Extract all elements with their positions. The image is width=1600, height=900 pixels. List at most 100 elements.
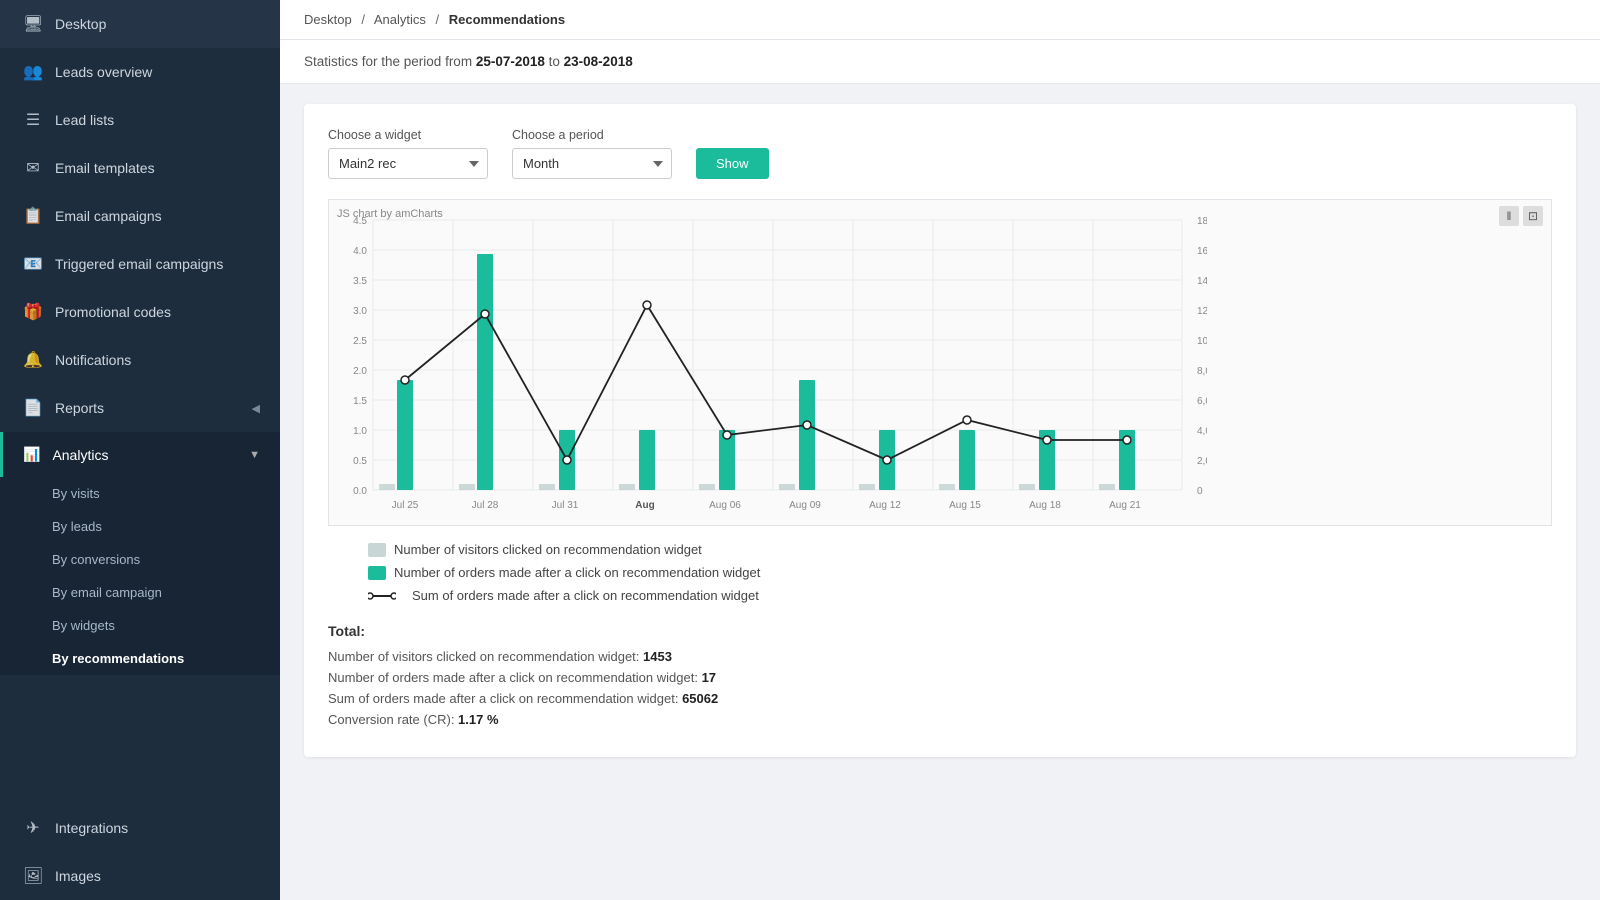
legend-label-orders: Number of orders made after a click on r…: [394, 565, 760, 580]
vert-lines: [373, 220, 1182, 490]
sidebar-sub-by-visits[interactable]: By visits: [52, 477, 280, 510]
svg-text:2.5: 2.5: [353, 336, 367, 347]
period-filter-label: Choose a period: [512, 128, 672, 142]
analytics-icon: 📊: [23, 446, 40, 463]
sidebar-item-leads-overview[interactable]: 👥 Leads overview: [0, 48, 280, 96]
sidebar-item-triggered-email[interactable]: 📧 Triggered email campaigns: [0, 240, 280, 288]
legend-label-sum: Sum of orders made after a click on reco…: [412, 588, 759, 603]
total-value-0: 1453: [643, 649, 672, 664]
legend-sum: Sum of orders made after a click on reco…: [368, 588, 1552, 603]
leads-overview-icon: 👥: [23, 62, 43, 82]
legend-orders: Number of orders made after a click on r…: [368, 565, 1552, 580]
sidebar-item-email-templates[interactable]: ✉ Email templates: [0, 144, 280, 192]
content-area: Choose a widget Main2 rec Choose a perio…: [280, 84, 1600, 900]
svg-text:0.0: 0.0: [353, 486, 367, 497]
total-label-0: Number of visitors clicked on recommenda…: [328, 649, 643, 664]
analytics-collapse-icon: ▼: [249, 449, 260, 461]
sidebar: 🖥 Desktop 👥 Leads overview ☰ Lead lists …: [0, 0, 280, 900]
sidebar-sub-by-widgets[interactable]: By widgets: [52, 609, 280, 642]
breadcrumb-analytics[interactable]: Analytics: [374, 12, 426, 27]
sidebar-item-reports[interactable]: 📄 Reports ◀: [0, 384, 280, 432]
sidebar-item-integrations[interactable]: ✈ Integrations: [0, 804, 280, 852]
total-row-1: Number of orders made after a click on r…: [328, 670, 1552, 685]
desktop-icon: 🖥: [23, 14, 43, 34]
sidebar-sub-by-conversions[interactable]: By conversions: [52, 543, 280, 576]
sidebar-item-images[interactable]: 🖼 Images: [0, 852, 280, 900]
legend-label-visitors: Number of visitors clicked on recommenda…: [394, 542, 702, 557]
email-campaigns-icon: 📋: [23, 206, 43, 226]
grid-lines: [373, 220, 1182, 490]
x-axis-labels: Jul 25 Jul 28 Jul 31 Aug Aug 06 Aug 09 A…: [392, 500, 1142, 511]
svg-text:Aug: Aug: [635, 500, 654, 511]
period-select[interactable]: DayWeekMonthYear: [512, 148, 672, 179]
lead-lists-icon: ☰: [23, 110, 43, 130]
svg-text:Aug 21: Aug 21: [1109, 500, 1141, 511]
legend-box-orders: [368, 566, 386, 580]
sidebar-item-desktop[interactable]: 🖥 Desktop: [0, 0, 280, 48]
sidebar-item-label: Reports: [55, 400, 104, 416]
total-label-3: Conversion rate (CR):: [328, 712, 458, 727]
analytics-card: Choose a widget Main2 rec Choose a perio…: [304, 104, 1576, 757]
sidebar-item-label: Leads overview: [55, 64, 152, 80]
svg-text:Aug 12: Aug 12: [869, 500, 901, 511]
legend-visitors: Number of visitors clicked on recommenda…: [368, 542, 1552, 557]
sidebar-sub-by-recommendations[interactable]: By recommendations: [52, 642, 280, 675]
total-value-2: 65062: [682, 691, 718, 706]
svg-text:Jul 25: Jul 25: [392, 500, 419, 511]
breadcrumb-current: Recommendations: [449, 12, 565, 27]
svg-text:12,000: 12,000: [1197, 306, 1207, 317]
svg-text:6,000: 6,000: [1197, 396, 1207, 407]
svg-text:2,000: 2,000: [1197, 456, 1207, 467]
y-axis-right: 18,000 16,000 14,000 12,000 10,000 8,000…: [1197, 216, 1207, 497]
chart-svg: 4.5 4.0 3.5 3.0 2.5 2.0 1.5 1.0 0.5 0.0: [337, 210, 1207, 520]
widget-filter-label: Choose a widget: [328, 128, 488, 142]
sidebar-item-label: Email campaigns: [55, 208, 162, 224]
analytics-label: Analytics: [52, 447, 108, 463]
line-sum-orders: [405, 305, 1127, 460]
period-filter-group: Choose a period DayWeekMonthYear: [512, 128, 672, 179]
y-axis-left: 4.5 4.0 3.5 3.0 2.5 2.0 1.5 1.0 0.5 0.0: [353, 216, 367, 497]
breadcrumb-sep1: /: [361, 12, 365, 27]
svg-text:Aug 09: Aug 09: [789, 500, 821, 511]
svg-text:4,000: 4,000: [1197, 426, 1207, 437]
sidebar-sub-by-email-campaign[interactable]: By email campaign: [52, 576, 280, 609]
sidebar-item-label: Desktop: [55, 16, 106, 32]
sidebar-item-analytics[interactable]: 📊 Analytics ▼: [0, 432, 280, 477]
sidebar-item-lead-lists[interactable]: ☰ Lead lists: [0, 96, 280, 144]
bars-orders: [397, 254, 1135, 490]
date-from: 25-07-2018: [476, 54, 545, 69]
svg-text:3.5: 3.5: [353, 276, 367, 287]
legend-line-icon: [368, 589, 396, 603]
sidebar-item-label: Notifications: [55, 352, 131, 368]
chart-expand-button[interactable]: ⊡: [1523, 206, 1543, 226]
filter-row: Choose a widget Main2 rec Choose a perio…: [328, 128, 1552, 179]
svg-text:18,000: 18,000: [1197, 216, 1207, 227]
total-label-1: Number of orders made after a click on r…: [328, 670, 702, 685]
images-icon: 🖼: [23, 866, 43, 886]
email-templates-icon: ✉: [23, 158, 43, 178]
total-row-3: Conversion rate (CR): 1.17 %: [328, 712, 1552, 727]
sidebar-item-email-campaigns[interactable]: 📋 Email campaigns: [0, 192, 280, 240]
sidebar-item-promotional[interactable]: 🎁 Promotional codes: [0, 288, 280, 336]
reports-collapse-icon: ◀: [252, 402, 260, 415]
breadcrumb-sep2: /: [436, 12, 440, 27]
date-to: 23-08-2018: [564, 54, 633, 69]
chart-pause-button[interactable]: ‖: [1499, 206, 1519, 226]
show-button[interactable]: Show: [696, 148, 769, 179]
svg-text:14,000: 14,000: [1197, 276, 1207, 287]
to-text: to: [545, 54, 564, 69]
widget-select[interactable]: Main2 rec: [328, 148, 488, 179]
legend-box-visitors: [368, 543, 386, 557]
sidebar-item-notifications[interactable]: 🔔 Notifications: [0, 336, 280, 384]
total-row-2: Sum of orders made after a click on reco…: [328, 691, 1552, 706]
breadcrumb-desktop[interactable]: Desktop: [304, 12, 352, 27]
total-value-3: 1.17 %: [458, 712, 498, 727]
chart-controls: ‖ ⊡: [1499, 206, 1543, 226]
svg-text:Jul 31: Jul 31: [552, 500, 579, 511]
chart-legend: Number of visitors clicked on recommenda…: [328, 542, 1552, 603]
sidebar-item-label: Promotional codes: [55, 304, 171, 320]
svg-text:4.0: 4.0: [353, 246, 367, 257]
sidebar-sub-by-leads[interactable]: By leads: [52, 510, 280, 543]
svg-text:2.0: 2.0: [353, 366, 367, 377]
svg-text:1.0: 1.0: [353, 426, 367, 437]
